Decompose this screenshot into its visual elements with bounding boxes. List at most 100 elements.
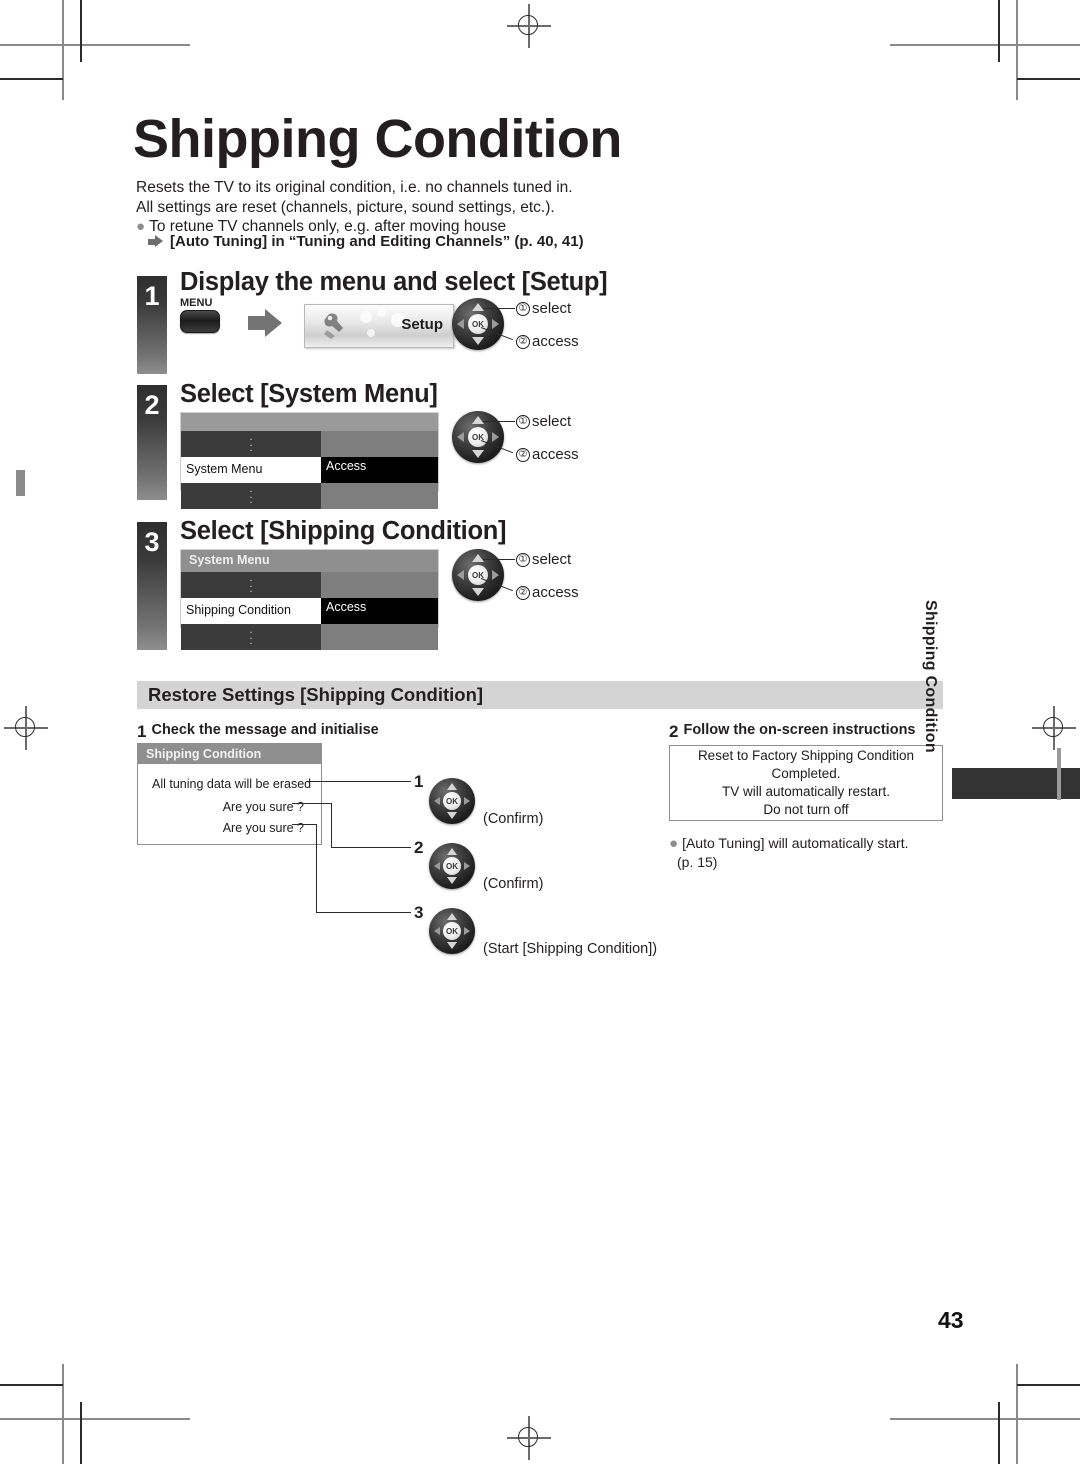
ok-button[interactable]: OK <box>443 792 461 810</box>
leader-line-select-1 <box>483 308 515 310</box>
registration-mark-right <box>1032 706 1076 750</box>
onscreen-message-line-3: TV will automatically restart. <box>721 784 891 799</box>
tv-menu-item-label-2: System Menu <box>186 462 263 476</box>
dpad-up-icon[interactable] <box>447 913 457 920</box>
side-tab-label: Shipping Condition <box>922 600 939 753</box>
bullet-dot-icon: ● <box>136 218 146 235</box>
dpad-up-icon[interactable] <box>472 303 484 311</box>
dpad-action-1[interactable]: OK <box>429 778 475 824</box>
tv-menu-row-selected-3[interactable]: Shipping Condition Access <box>181 598 438 624</box>
restore-left-heading-text: Check the message and initialise <box>151 722 379 738</box>
dpad-down-icon[interactable] <box>472 588 484 596</box>
onscreen-message-line-2: Completed. <box>771 766 841 781</box>
dpad-down-icon[interactable] <box>472 450 484 458</box>
annotation-access-2: ② access <box>516 446 579 463</box>
page-title: Shipping Condition <box>133 109 622 169</box>
menu-button[interactable] <box>180 310 220 333</box>
annotation-select-3: ① select <box>516 551 571 568</box>
shipping-condition-dialog: Shipping Condition All tuning data will … <box>137 743 322 845</box>
annotation-text: access <box>532 333 579 350</box>
ok-button[interactable]: OK <box>468 314 488 334</box>
dpad-up-icon[interactable] <box>447 848 457 855</box>
restore-left-heading: 1 Check the message and initialise <box>137 722 379 742</box>
manual-page: Shipping Condition Resets the TV to its … <box>0 0 1080 1464</box>
dpad-up-icon[interactable] <box>472 554 484 562</box>
tv-menu-action-label-2: Access <box>326 459 367 473</box>
dpad-left-icon[interactable] <box>457 570 464 580</box>
annotation-text: select <box>532 551 572 568</box>
dpad-right-icon[interactable] <box>464 862 470 870</box>
edge-marker-left <box>16 470 25 496</box>
dpad-left-icon[interactable] <box>457 319 464 329</box>
ellipsis-icon: ... <box>249 483 253 506</box>
dpad-left-icon[interactable] <box>434 862 440 870</box>
tv-menu-row-below-2: ... <box>181 483 438 509</box>
ok-button[interactable]: OK <box>443 922 461 940</box>
dpad-left-icon[interactable] <box>434 797 440 805</box>
leader-line-select-2 <box>483 421 515 423</box>
annotation-number-icon: ② <box>516 334 530 349</box>
intro-line-1: Resets the TV to its original condition,… <box>136 179 573 196</box>
dpad-down-icon[interactable] <box>447 877 457 884</box>
annotation-text: select <box>532 413 572 430</box>
dpad-right-icon[interactable] <box>464 797 470 805</box>
dpad-down-icon[interactable] <box>447 812 457 819</box>
dpad-action-3[interactable]: OK <box>429 908 475 954</box>
dialog-title: Shipping Condition <box>138 744 321 764</box>
dpad-right-icon[interactable] <box>492 432 499 442</box>
annotation-access-1: ② access <box>516 333 579 350</box>
ok-button[interactable]: OK <box>468 427 488 447</box>
intro-text: Resets the TV to its original condition,… <box>136 178 573 237</box>
annotation-number-icon: ① <box>516 301 530 316</box>
annotation-select-1: ① select <box>516 300 571 317</box>
registration-mark-left <box>4 706 48 750</box>
autotuning-note: ● [Auto Tuning] will automatically start… <box>669 834 909 871</box>
action-caption-3: (Start [Shipping Condition]) <box>483 941 658 957</box>
action-caption-2: (Confirm) <box>483 876 544 892</box>
dpad-up-icon[interactable] <box>447 783 457 790</box>
restore-right-heading: 2 Follow the on-screen instructions <box>669 722 916 742</box>
tv-menu-item-label-3: Shipping Condition <box>186 603 291 617</box>
dpad-down-icon[interactable] <box>472 337 484 345</box>
registration-mark-bottom <box>507 1416 551 1460</box>
step-number-2: 2 <box>137 385 167 500</box>
tv-menu-action-label-3: Access <box>326 600 367 614</box>
ok-button[interactable]: OK <box>443 857 461 875</box>
onscreen-message-box: Reset to Factory Shipping Condition Comp… <box>669 745 943 821</box>
annotation-access-3: ② access <box>516 584 579 601</box>
setup-panel-label: Setup <box>401 316 443 333</box>
dpad-step-2[interactable]: OK <box>452 411 504 463</box>
autotuning-note-line-1: [Auto Tuning] will automatically start. <box>682 835 909 851</box>
restore-left-step-number: 1 <box>137 722 147 741</box>
intro-line-2: All settings are reset (channels, pictur… <box>136 198 555 216</box>
dpad-right-icon[interactable] <box>492 319 499 329</box>
autotuning-note-line-2: (p. 15) <box>677 854 718 870</box>
annotation-text: select <box>532 300 572 317</box>
menu-button-label: MENU <box>180 297 213 309</box>
ellipsis-icon: ... <box>249 431 253 454</box>
tv-menu-row-selected-2[interactable]: System Menu Access <box>181 457 438 483</box>
step-title-3: Select [Shipping Condition] <box>180 517 507 545</box>
bullet-dot-icon: ● <box>669 835 679 852</box>
ellipsis-icon: ... <box>249 624 253 647</box>
ok-button[interactable]: OK <box>468 565 488 585</box>
dpad-action-2[interactable]: OK <box>429 843 475 889</box>
onscreen-message-line-4: Do not turn off <box>763 802 849 817</box>
setup-menu-panel[interactable]: Setup <box>304 304 454 348</box>
tv-menu-row-above-2: ... <box>181 431 438 457</box>
dpad-left-icon[interactable] <box>457 432 464 442</box>
step-title-1: Display the menu and select [Setup] <box>180 268 608 296</box>
registration-mark-top <box>507 4 551 48</box>
dpad-up-icon[interactable] <box>472 416 484 424</box>
dpad-down-icon[interactable] <box>447 942 457 949</box>
dpad-left-icon[interactable] <box>434 927 440 935</box>
dpad-step-1[interactable]: OK <box>452 298 504 350</box>
dpad-right-icon[interactable] <box>492 570 499 580</box>
action-number-2: 2 <box>414 838 424 857</box>
dialog-line-1: All tuning data will be erased <box>152 777 312 791</box>
leader-line-action-1 <box>307 781 411 783</box>
right-arrow-icon <box>148 235 163 248</box>
dpad-right-icon[interactable] <box>464 927 470 935</box>
dpad-step-3[interactable]: OK <box>452 549 504 601</box>
action-number-3: 3 <box>414 903 424 922</box>
